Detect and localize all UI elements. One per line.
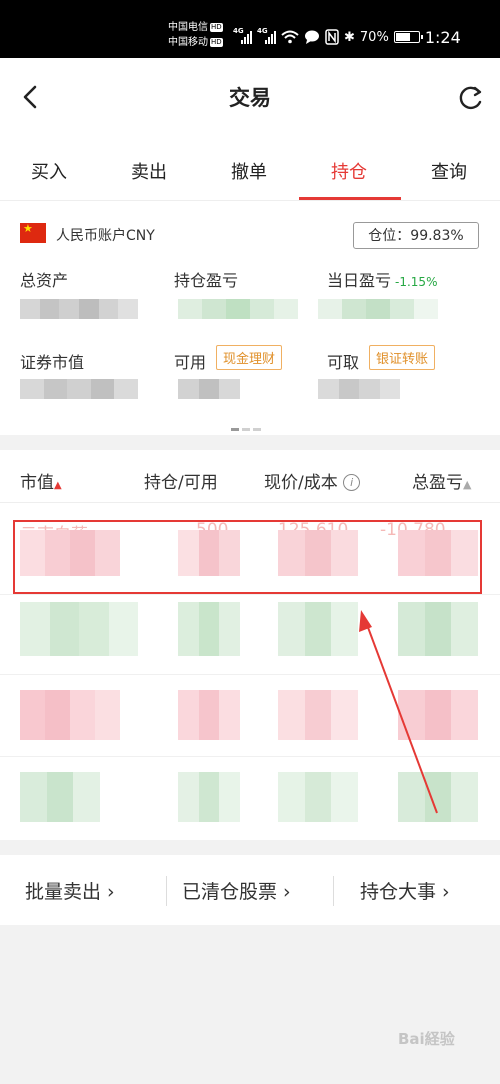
- separator: [333, 876, 334, 906]
- daily-pnl-label: 当日盈亏 -1.15%: [327, 271, 438, 290]
- batch-sell-link[interactable]: 批量卖出 ›: [25, 877, 115, 904]
- hd-badge-1: HD: [210, 23, 223, 32]
- network-type-2: 4G: [257, 27, 268, 35]
- bank-transfer-button[interactable]: 银证转账: [369, 345, 436, 370]
- tab-query[interactable]: 查询: [431, 158, 467, 184]
- cleared-stocks-link[interactable]: 已清仓股票 ›: [182, 877, 291, 904]
- refresh-icon[interactable]: [456, 80, 486, 114]
- carrier-2: 中国移动: [168, 37, 208, 48]
- tab-sell[interactable]: 卖出: [131, 158, 167, 184]
- nav-bar: 交易: [0, 58, 500, 136]
- holding-pnl-value-redacted: [178, 299, 298, 319]
- header-total-pnl: 总盈亏▲: [412, 473, 472, 493]
- annotation-highlight-box: [13, 520, 482, 594]
- message-icon: [305, 30, 319, 44]
- total-assets-label: 总资产: [20, 271, 69, 290]
- bottom-actions: 批量卖出 › 已清仓股票 › 持仓大事 ›: [0, 855, 500, 925]
- account-summary: ★ 人民币账户CNY 仓位：99.83% 总资产 持仓盈亏 当日盈亏 -1.15%…: [0, 200, 500, 435]
- hd-badge-2: HD: [210, 38, 223, 47]
- header-market-value[interactable]: 市值▲: [20, 468, 62, 493]
- clock: 1:24: [424, 27, 461, 47]
- withdrawable-value-redacted: [318, 379, 400, 399]
- available-value-redacted: [178, 379, 241, 399]
- page-title: 交易: [229, 86, 271, 110]
- header-divider: [0, 502, 500, 503]
- header-price-cost: 现价/成本 i: [264, 468, 361, 493]
- row4-price-redacted: [278, 772, 359, 822]
- tab-cancel-order[interactable]: 撤单: [231, 158, 267, 184]
- available-label: 可用: [174, 353, 207, 372]
- row4-position-redacted: [178, 772, 241, 822]
- row3-name-redacted: [20, 690, 120, 740]
- market-value-label: 证券市值: [20, 353, 85, 372]
- bluetooth-icon: ✱: [344, 29, 355, 45]
- status-bar: 中国电信 HD 中国移动 HD 4G 4G ✱ 70% 1:24: [0, 0, 500, 58]
- separator: [166, 876, 167, 906]
- carrier-info: 中国电信 HD 中国移动 HD: [168, 20, 223, 50]
- market-value-redacted: [20, 379, 138, 399]
- battery-percent: 70%: [359, 29, 389, 45]
- signal-icon-2: 4G: [257, 27, 276, 44]
- row3-position-redacted: [178, 690, 241, 740]
- china-flag-icon: ★: [20, 223, 46, 243]
- baidu-watermark-logo: Bai経验: [398, 1030, 455, 1048]
- cash-management-button[interactable]: 现金理财: [216, 345, 283, 370]
- account-name[interactable]: 人民币账户CNY: [56, 225, 155, 245]
- holding-pnl-label: 持仓盈亏: [174, 271, 239, 290]
- network-type-1: 4G: [233, 27, 244, 35]
- status-icons: 4G 4G ✱ 70% 1:24: [233, 27, 461, 47]
- tab-buy[interactable]: 买入: [31, 158, 67, 184]
- sort-icon: ▲: [463, 478, 472, 491]
- holding-events-link[interactable]: 持仓大事 ›: [360, 877, 450, 904]
- signal-icon: 4G: [233, 27, 252, 44]
- trade-tabs: 买入 卖出 撤单 持仓 查询: [0, 136, 500, 200]
- row-divider: [0, 594, 500, 595]
- battery-icon: [393, 31, 423, 43]
- total-assets-value-redacted: [20, 299, 139, 319]
- position-ratio-badge: 仓位：99.83%: [353, 222, 479, 249]
- row3-price-redacted: [278, 690, 359, 740]
- header-position: 持仓/可用: [144, 473, 218, 493]
- summary-page-indicator: [231, 428, 261, 431]
- info-icon[interactable]: i: [343, 474, 361, 491]
- row2-name-redacted: [20, 602, 138, 656]
- daily-pnl-value-redacted: [318, 299, 438, 319]
- row2-price-redacted: [278, 602, 359, 656]
- tab-holdings[interactable]: 持仓: [331, 158, 367, 184]
- nfc-icon: [325, 29, 339, 45]
- row2-position-redacted: [178, 602, 241, 656]
- annotation-arrow-icon: [359, 610, 438, 814]
- carrier-1: 中国电信: [168, 22, 208, 33]
- withdrawable-label: 可取: [327, 353, 360, 372]
- wifi-icon: [281, 30, 299, 44]
- daily-pnl-percent: -1.15%: [395, 275, 438, 289]
- sort-desc-icon: ▲: [54, 480, 62, 491]
- row4-name-redacted: [20, 772, 101, 822]
